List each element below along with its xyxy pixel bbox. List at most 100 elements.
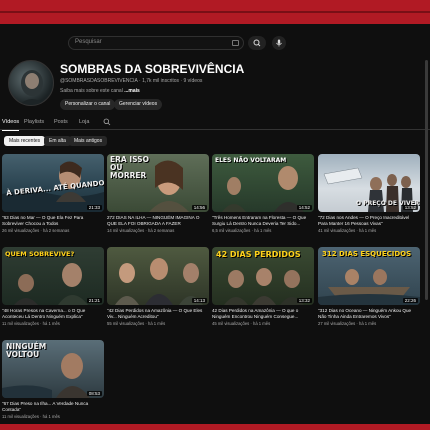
video-title[interactable]: "Três Homens Entraram na Floresta — O Qu… [212, 215, 314, 227]
video-duration: 13:32 [296, 298, 312, 303]
video-card[interactable]: ELES NÃO VOLTARAM 14:52 "Três Homens Ent… [212, 154, 314, 233]
upload-age: há 1 mês [42, 414, 60, 419]
video-thumbnail[interactable]: À DERIVA... ATÉ QUANDO? 21:33 [2, 154, 104, 212]
video-thumbnail[interactable]: ERA ISSO OU MORRER 14:56 [107, 154, 209, 212]
view-count: 11 mil visualizações [2, 414, 39, 419]
video-meta: 14 mil visualizações · há 2 semanas [107, 228, 175, 233]
video-meta: 41 mil visualizações · há 1 mês [318, 228, 377, 233]
view-count: 45 mil visualizações [212, 321, 250, 326]
thumbnail-overlay-text: QUEM SOBREVIVE? [5, 250, 75, 258]
microphone-icon [276, 39, 282, 47]
more-link[interactable]: ...mais [124, 88, 140, 94]
video-card[interactable]: ERA ISSO OU MORRER 14:56 272 DIAS NA ILH… [107, 154, 209, 233]
channel-description[interactable]: Saiba mais sobre este canal ...mais [60, 88, 140, 94]
video-title[interactable]: 272 DIAS NA ILHA — NINGUÉM IMAGINA O QUE… [107, 215, 209, 227]
upload-age: há 2 semanas [147, 228, 175, 233]
view-count: 41 mil visualizações [318, 228, 356, 233]
view-count: 6,5 mil visualizações [212, 228, 251, 233]
video-meta: 26 mil visualizações · há 2 semanas [2, 228, 70, 233]
tab-playlists[interactable]: Playlists [24, 119, 44, 125]
view-count: 14 mil visualizações [107, 228, 145, 233]
tab-posts[interactable]: Posts [54, 119, 68, 125]
upload-age: há 1 mês [254, 228, 272, 233]
video-meta: 11 mil visualizações · há 1 mês [2, 414, 60, 419]
video-card[interactable]: 14:13 "42 Dias Perdidos na Amazônia — O … [107, 247, 209, 326]
channel-tabs: Vídeos Playlists Posts Loja [0, 116, 430, 131]
chip-popular[interactable]: Em alta [44, 136, 71, 146]
channel-search-icon[interactable] [103, 118, 111, 126]
subscriber-count: 1,7k mil inscritos [142, 78, 180, 84]
video-thumbnail[interactable]: QUEM SOBREVIVE? 21:21 [2, 247, 104, 305]
video-duration: 14:52 [296, 205, 312, 210]
video-title[interactable]: "63 Dias no Mar — O Que Ela Fez Para Sob… [2, 215, 104, 227]
video-duration: 08:53 [86, 391, 102, 396]
search-placeholder: Pesquisar [75, 39, 102, 45]
taskbar-strip [0, 424, 430, 430]
chip-oldest[interactable]: Mais antigos [69, 136, 108, 146]
video-thumbnail[interactable]: ELES NÃO VOLTARAM 14:52 [212, 154, 314, 212]
tab-store[interactable]: Loja [79, 119, 89, 125]
search-button[interactable] [248, 36, 266, 50]
video-thumbnail[interactable]: 42 DIAS PERDIDOS 13:32 [212, 247, 314, 305]
youtube-channel-page: Pesquisar SOMBRAS DA SOBREVIVÊNCIA @SOMB… [0, 0, 430, 430]
video-card[interactable]: 312 DIAS ESQUECIDOS 22:26 "312 Dias no O… [318, 247, 420, 326]
search-icon [253, 39, 261, 47]
view-count: 55 mil visualizações [107, 321, 145, 326]
thumbnail-art [115, 258, 203, 305]
video-thumbnail[interactable]: 14:13 [107, 247, 209, 305]
thumbnail-overlay-text: 312 DIAS ESQUECIDOS [322, 250, 412, 258]
video-title[interactable]: "42 Dias Perdidos na Amazônia — O Que El… [107, 308, 209, 320]
description-text: Saiba mais sobre este canal [60, 88, 123, 94]
video-duration: 13:52 [402, 205, 418, 210]
video-thumbnail[interactable]: NINGUÉM VOLTOU 08:53 [2, 340, 104, 398]
browser-titlebar [0, 0, 430, 24]
channel-handle: @SOMBRASDASOBREVIVENCIA [60, 78, 138, 84]
chip-recent[interactable]: Mais recentes [4, 136, 46, 146]
avatar-image [19, 70, 45, 105]
thumbnail-overlay-text: ERA ISSO OU MORRER [110, 155, 149, 180]
upload-age: há 2 semanas [42, 228, 70, 233]
video-title[interactable]: "72 Dias nos Andes — O Preço Inacreditáv… [318, 215, 420, 227]
scrollbar[interactable] [425, 60, 428, 300]
video-count: 9 vídeos [183, 78, 203, 84]
keyboard-icon[interactable] [232, 40, 239, 46]
video-card[interactable]: NINGUÉM VOLTOU 08:53 "67 Dias Preso na I… [2, 340, 104, 419]
manage-videos-button[interactable]: Gerenciar vídeos [114, 99, 163, 110]
video-meta: 27 mil visualizações · há 1 mês [318, 321, 377, 326]
upload-age: há 1 mês [358, 228, 377, 233]
video-duration: 14:56 [191, 205, 207, 210]
thumbnail-overlay-text: NINGUÉM VOLTOU [6, 342, 47, 359]
voice-search-button[interactable] [272, 36, 286, 50]
video-meta: 55 mil visualizações · há 1 mês [107, 321, 166, 326]
video-title[interactable]: 42 Dias Perdidos na Amazônia — O que o N… [212, 308, 314, 320]
channel-avatar[interactable] [8, 60, 54, 106]
video-card[interactable]: QUEM SOBREVIVE? 21:21 "48 Horas Presos n… [2, 247, 104, 326]
video-meta: 45 mil visualizações · há 1 mês [212, 321, 271, 326]
video-duration: 14:13 [191, 298, 207, 303]
search-input[interactable]: Pesquisar [68, 36, 244, 50]
video-card[interactable]: O PREÇO DE VIVER 13:52 "72 Dias nos Ande… [318, 154, 420, 233]
thumbnail-overlay-text: ELES NÃO VOLTARAM [215, 157, 287, 164]
upload-age: há 1 mês [358, 321, 377, 326]
video-duration: 22:26 [402, 298, 418, 303]
video-card[interactable]: À DERIVA... ATÉ QUANDO? 21:33 "63 Dias n… [2, 154, 104, 233]
upload-age: há 1 mês [252, 321, 271, 326]
tab-videos[interactable]: Vídeos [2, 119, 20, 131]
video-meta: 11 mil visualizações · há 1 mês [2, 321, 60, 326]
video-title[interactable]: "67 Dias Preso na Ilha... A Verdade Nunc… [2, 401, 104, 413]
view-count: 27 mil visualizações [318, 321, 356, 326]
video-duration: 21:21 [86, 298, 102, 303]
view-count: 11 mil visualizações [2, 321, 39, 326]
video-meta: 6,5 mil visualizações · há 1 mês [212, 228, 272, 233]
upload-age: há 1 mês [42, 321, 60, 326]
channel-meta: @SOMBRASDASOBREVIVENCIA · 1,7k mil inscr… [60, 78, 203, 84]
video-thumbnail[interactable]: O PREÇO DE VIVER 13:52 [318, 154, 420, 212]
video-thumbnail[interactable]: 312 DIAS ESQUECIDOS 22:26 [318, 247, 420, 305]
video-title[interactable]: "48 Horas Presos na Caverna... o O Que A… [2, 308, 104, 320]
video-title[interactable]: "312 Dias no Oceano — Ninguém Ankou Que … [318, 308, 420, 320]
customize-channel-button[interactable]: Personalizar o canal [60, 99, 116, 110]
video-duration: 21:33 [86, 205, 102, 210]
youtube-header: Pesquisar [0, 24, 430, 58]
video-card[interactable]: 42 DIAS PERDIDOS 13:32 42 Dias Perdidos … [212, 247, 314, 326]
channel-title: SOMBRAS DA SOBREVIVÊNCIA [60, 62, 245, 76]
